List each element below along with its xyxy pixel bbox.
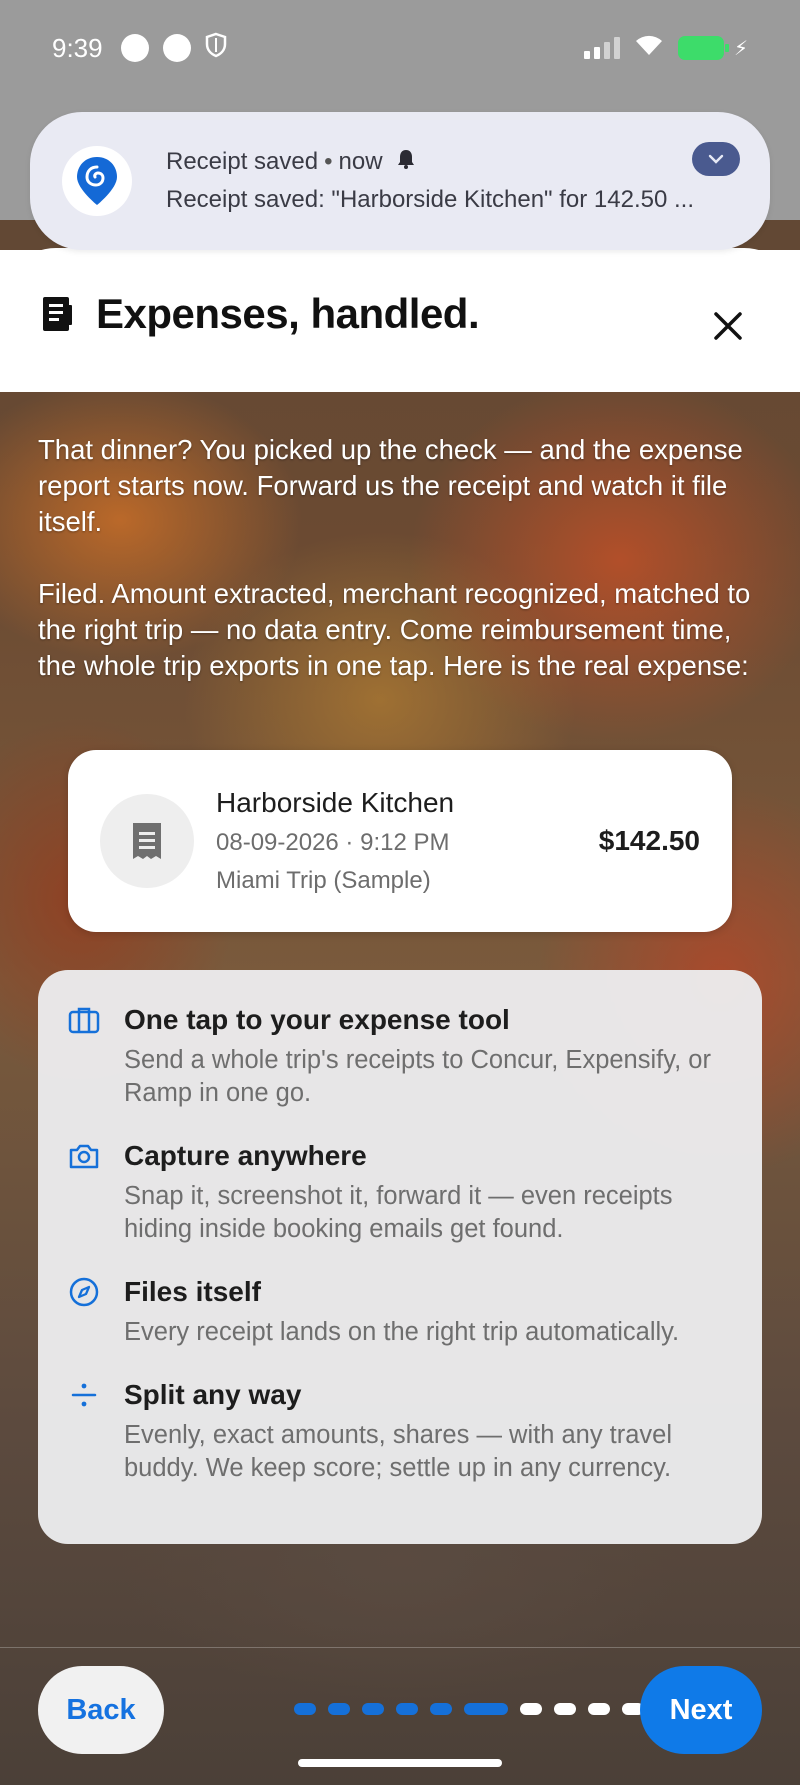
back-button[interactable]: Back [38,1666,164,1754]
close-button[interactable] [712,310,744,342]
intro-text: That dinner? You picked up the check — a… [38,432,768,684]
page-dot [430,1703,452,1715]
notification-title: Receipt saved [166,148,319,175]
feature-item: Capture anywhere Snap it, screenshot it,… [68,1140,732,1246]
page-dot [520,1703,542,1715]
notification-banner[interactable]: Receipt saved • now Receipt saved: "Harb… [30,112,770,250]
expand-notification-button[interactable] [692,142,740,176]
sheet-title: Expenses, handled. [96,290,480,337]
feature-description: Snap it, screenshot it, forward it — eve… [124,1182,673,1243]
feature-description: Send a whole trip's receipts to Concur, … [124,1046,711,1107]
bottom-divider [0,1647,800,1648]
notification-separator: • [324,148,333,175]
feature-item: One tap to your expense tool Send a whol… [68,1004,732,1110]
page-dot [328,1703,350,1715]
page-dot-current [464,1703,508,1715]
sheet-title-row: Expenses, handled. [40,290,480,338]
shield-icon [205,32,227,65]
features-panel: One tap to your expense tool Send a whol… [38,970,762,1544]
briefcase-icon [68,1004,100,1036]
notification-time: now [338,148,383,175]
battery-icon [677,36,729,60]
divide-icon [68,1379,100,1411]
charging-bolt-icon: ⚡ [733,37,748,60]
status-icons: ⚡ [583,33,748,64]
close-icon [714,312,742,340]
status-dot-icon [120,34,149,62]
chevron-down-icon [708,154,724,164]
receipt-icon [40,295,74,333]
feature-item: Files itself Every receipt lands on the … [68,1276,732,1349]
compass-icon [68,1276,100,1308]
home-indicator[interactable] [298,1759,502,1767]
feature-description: Every receipt lands on the right trip au… [124,1318,680,1346]
expense-date-time: 08-09-2026 · 9:12 PM [216,829,450,856]
page-dot [294,1703,316,1715]
status-bar: 9:39 ⚡ [0,0,800,96]
page-dot [396,1703,418,1715]
merchant-name: Harborside Kitchen [216,787,455,818]
app-logo-icon [62,146,132,216]
next-button[interactable]: Next [640,1666,762,1754]
feature-item: Split any way Evenly, exact amounts, sha… [68,1379,732,1485]
page-indicator [294,1703,644,1715]
feature-title: Capture anywhere [124,1140,367,1171]
receipt-doc-icon [100,794,194,888]
camera-icon [68,1140,100,1172]
feature-title: Split any way [124,1379,302,1410]
page-dot [554,1703,576,1715]
page-dot [362,1703,384,1715]
feature-description: Evenly, exact amounts, shares — with any… [124,1421,673,1482]
page-dot [588,1703,610,1715]
notification-message: Receipt saved: "Harborside Kitchen" for … [166,186,694,213]
status-time: 9:39 [52,32,103,63]
wifi-icon [634,33,664,64]
expense-trip: Miami Trip (Sample) [216,867,431,894]
expense-card[interactable]: Harborside Kitchen 08-09-2026 · 9:12 PM … [68,750,732,932]
feature-title: Files itself [124,1276,261,1307]
expense-amount: $142.50 [598,825,700,856]
intro-paragraph: Filed. Amount extracted, merchant recogn… [38,578,751,681]
intro-paragraph: That dinner? You picked up the check — a… [38,434,743,537]
status-dot-icon [162,34,191,62]
bell-icon [395,148,417,176]
feature-title: One tap to your expense tool [124,1004,510,1035]
signal-icon [583,37,620,59]
